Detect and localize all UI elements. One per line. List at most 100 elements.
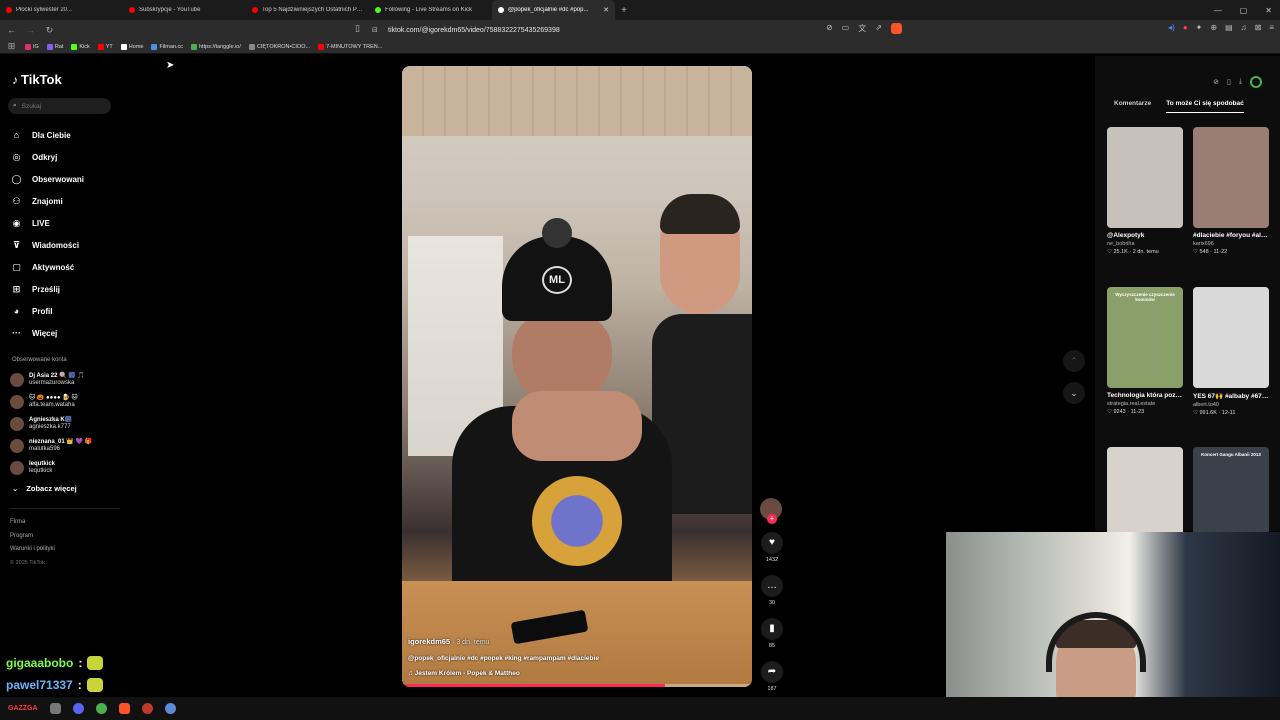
- sidebar-icon[interactable]: ▤: [1225, 23, 1233, 32]
- share-action[interactable]: ➦ 187: [760, 661, 784, 692]
- obs-icon[interactable]: [141, 703, 153, 714]
- video-progress-bar[interactable]: [402, 684, 752, 687]
- brave-icon[interactable]: [118, 703, 130, 714]
- record-icon[interactable]: ●: [1183, 23, 1188, 32]
- chat-username[interactable]: gigaaabobo: [6, 652, 73, 674]
- avatar: [10, 395, 24, 409]
- like-action[interactable]: ♥ 1432: [760, 532, 784, 563]
- heart-icon[interactable]: ♥: [761, 532, 783, 554]
- settings-icon[interactable]: [164, 703, 176, 714]
- comment-action[interactable]: … 30: [760, 575, 784, 606]
- video-author[interactable]: igorekdm65: [408, 637, 450, 646]
- author-avatar[interactable]: +: [760, 498, 782, 524]
- chat-emote-icon: [87, 656, 104, 670]
- discord-icon[interactable]: [72, 703, 84, 714]
- embed-icon[interactable]: ⊘: [1213, 78, 1219, 86]
- apps-icon[interactable]: ⊞: [4, 41, 19, 52]
- bookmark-item[interactable]: Filman.cc: [151, 43, 183, 50]
- browser-tab[interactable]: Subskrypcje - YouTube: [123, 0, 246, 20]
- minimize-icon[interactable]: —: [1214, 6, 1222, 15]
- video-description[interactable]: @popek_oficjalnie #dc #popek #king #ramp…: [408, 655, 748, 662]
- close-window-icon[interactable]: ✕: [1265, 6, 1272, 15]
- reload-icon[interactable]: ↻: [42, 25, 57, 36]
- chrome-icon[interactable]: [95, 703, 107, 714]
- followed-account[interactable]: nieznana_01 👑 💜 🎁 malutka596: [10, 435, 125, 457]
- related-video-card[interactable]: YES 67🙌 #albaby #67 #fyp #viral... albert…: [1193, 287, 1269, 416]
- bookmark-item[interactable]: Kick: [71, 43, 90, 50]
- phone-icon[interactable]: ▯: [1227, 78, 1231, 86]
- chat-username[interactable]: pawel71337: [6, 674, 73, 696]
- wallet-icon[interactable]: ⊠: [1255, 23, 1262, 32]
- menu-item[interactable]: ▢ Aktywność: [10, 256, 120, 278]
- browser-tab[interactable]: @popek_oficjalnie #dc #pop... ✕: [492, 0, 615, 20]
- close-tab-icon[interactable]: ✕: [603, 6, 609, 14]
- menu-item[interactable]: ⌂ Dla Ciebie: [10, 124, 120, 146]
- file-icon[interactable]: [49, 703, 61, 714]
- tab-related[interactable]: To może Ci się spodobać: [1166, 100, 1244, 113]
- video-music[interactable]: ♫ Jestem Królem - Popek & Mattheo: [408, 670, 748, 677]
- share-arrow-icon[interactable]: ➦: [761, 661, 783, 683]
- bookmark-item[interactable]: https://tanggle.io/: [191, 43, 241, 50]
- video-thumbnail[interactable]: Wyczyszczenie czyszczenie kominów: [1107, 287, 1183, 388]
- next-video-button[interactable]: ⌄: [1063, 382, 1085, 404]
- cast-icon[interactable]: ▭: [842, 23, 850, 34]
- tiktok-logo[interactable]: ♪ TikTok: [12, 72, 62, 87]
- site-info-icon[interactable]: ⊟: [372, 26, 381, 34]
- footer-link-program[interactable]: Program: [10, 530, 55, 544]
- follow-plus-icon[interactable]: +: [767, 514, 777, 524]
- menu-item[interactable]: ◉ LIVE: [10, 212, 120, 234]
- followed-account[interactable]: 🐱 🎃 ●●●● 🍺 🐱 alfa.team.wataha: [10, 391, 125, 413]
- related-video-card[interactable]: @Alexpotyk ne_bobriha ♡ 25.1K · 2 dn. temu: [1107, 127, 1183, 255]
- video-thumbnail[interactable]: [1107, 127, 1183, 228]
- see-more-button[interactable]: ⌄ Zobacz więcej: [12, 484, 77, 493]
- video-thumbnail[interactable]: [1193, 127, 1269, 228]
- media-icon[interactable]: ♫: [1241, 23, 1247, 32]
- bookmark-item[interactable]: IG: [25, 43, 39, 50]
- browser-tab[interactable]: Płocki sylwester 20...: [0, 0, 123, 20]
- video-thumbnail[interactable]: [1193, 287, 1269, 388]
- menu-item[interactable]: ··· Więcej: [10, 322, 120, 344]
- menu-item[interactable]: ⊞ Prześlij: [10, 278, 120, 300]
- profile-ring-icon[interactable]: [1250, 76, 1262, 88]
- browser-tab[interactable]: Following - Live Streams on Kick: [369, 0, 492, 20]
- bookmark-item[interactable]: YT: [97, 43, 113, 50]
- puzzle-icon[interactable]: ⊕: [1210, 23, 1217, 32]
- save-action[interactable]: ▮ 85: [760, 618, 784, 649]
- comment-icon[interactable]: …: [761, 575, 783, 597]
- search-input[interactable]: ⌕ Szukaj: [8, 98, 111, 114]
- bookmark-item[interactable]: 7-MINUTOWY TREN...: [318, 43, 382, 50]
- forward-icon[interactable]: →: [23, 25, 38, 35]
- download-icon[interactable]: ⤓: [1239, 78, 1242, 86]
- maximize-icon[interactable]: ▢: [1240, 6, 1248, 15]
- tab-comments[interactable]: Komentarze: [1114, 100, 1151, 113]
- menu-item[interactable]: ⚇ Znajomi: [10, 190, 120, 212]
- reader-off-icon[interactable]: ⊘: [826, 23, 833, 34]
- related-video-card[interactable]: #dlaciebie #foryou #alberto... karix696 ♡ …: [1193, 127, 1269, 255]
- bookmark-page-icon[interactable]: ▯: [355, 23, 360, 34]
- followed-account[interactable]: Dj Asia 22 🍭 🎆 🎵 usermazurowska: [10, 369, 125, 391]
- brave-shields-icon[interactable]: [890, 23, 902, 34]
- bookmark-item[interactable]: Rat: [46, 43, 63, 50]
- footer-link-terms[interactable]: Warunki i polityki: [10, 543, 55, 557]
- share-icon[interactable]: ⇗: [875, 23, 882, 34]
- new-tab-button[interactable]: +: [615, 5, 633, 16]
- bookmark-item[interactable]: Home: [120, 43, 143, 50]
- related-video-card[interactable]: Wyczyszczenie czyszczenie kominów Technol…: [1107, 287, 1183, 415]
- menu-icon[interactable]: ≡: [1269, 23, 1274, 32]
- audio-icon[interactable]: ◂): [1168, 23, 1175, 32]
- translate-icon[interactable]: 文: [858, 23, 866, 34]
- previous-video-button[interactable]: ⌃: [1063, 350, 1085, 372]
- followed-account[interactable]: lequtkick lequtkick: [10, 457, 125, 479]
- bookmark-icon[interactable]: ▮: [761, 618, 783, 640]
- bookmark-item[interactable]: CIĘTOKRON•CIOO...: [248, 43, 310, 50]
- menu-item[interactable]: ◕ Profil: [10, 300, 120, 322]
- footer-link-company[interactable]: Firma: [10, 516, 55, 530]
- menu-item[interactable]: ◯ Obserwowani: [10, 168, 120, 190]
- followed-account[interactable]: Agnieszka K🎆 agnieszka.k777: [10, 413, 125, 435]
- back-icon[interactable]: ←: [4, 25, 19, 35]
- extension-icon[interactable]: ✦: [1196, 23, 1203, 32]
- browser-tab[interactable]: Top 5 Najdziwniejszych Ostatnich Po...: [246, 0, 369, 20]
- menu-item[interactable]: ◎ Odkryj: [10, 146, 120, 168]
- menu-item[interactable]: ⊽ Wiadomości: [10, 234, 120, 256]
- video-player[interactable]: ML igorekdm65 · 3 dn. temu @popek_oficja…: [402, 66, 752, 687]
